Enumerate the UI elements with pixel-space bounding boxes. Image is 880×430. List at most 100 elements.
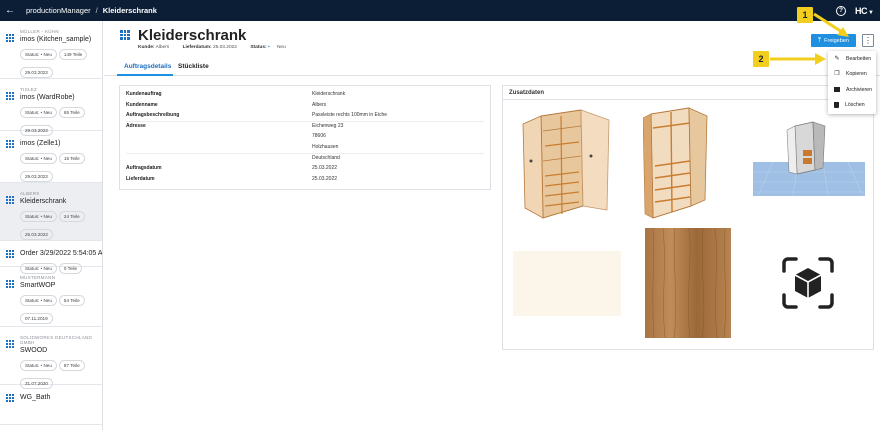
breadcrumb-app[interactable]: productionManager [26, 6, 91, 15]
sidebar-order-card[interactable]: SOLIDWORKS DEUTSCHLAND GMBH SWOOD Status: … [0, 327, 102, 389]
sidebar-order-card[interactable]: TISLEZ imos (WardRobe) Status: • Neu 65 Tei… [0, 79, 102, 136]
detail-label: Kundenauftrag [126, 91, 162, 97]
status-pill: Status: • Neu [20, 211, 57, 222]
menu-item-archive[interactable]: Archivieren [828, 82, 876, 98]
order-title: imos (Kitchen_sample) [20, 36, 92, 43]
parts-count-pill: 65 Teile [58, 107, 85, 118]
order-grid-icon [6, 250, 14, 258]
order-grid-icon [6, 394, 14, 402]
date-pill: 07.11.2019 [20, 313, 53, 324]
parts-count-pill: 15 Teile [58, 153, 85, 164]
status-value: Neu [43, 214, 52, 219]
status-value: Neu [43, 110, 52, 115]
meta-delivery-label: Lieferdatum: [182, 45, 212, 50]
order-customer: SOLIDWORKS DEUTSCHLAND GMBH [20, 335, 93, 345]
parts-count-pill: 87 Teile [58, 360, 85, 371]
order-grid-icon [6, 34, 14, 42]
order-title: Order 3/29/2022 5:54:05 AM [20, 250, 103, 257]
order-customer: MÜLLER - KÜHN [20, 29, 59, 34]
order-title: imos (Zelle1) [20, 140, 61, 147]
date-pill: 25.03.2022 [20, 229, 53, 240]
order-grid-icon [6, 92, 14, 100]
breadcrumb-current: Kleiderschrank [102, 6, 157, 15]
date-pill: 29.03.2022 [20, 67, 53, 78]
status-label: Status: [25, 298, 40, 303]
account-menu[interactable]: HC▼ [855, 6, 874, 16]
cream-material-swatch[interactable] [513, 251, 621, 316]
wardrobe-frame-render[interactable] [643, 106, 713, 221]
wardrobe-3d-scene[interactable] [753, 112, 865, 196]
detail-value: Passleiste rechts 100mm in Eiche [312, 112, 388, 119]
ar-cube-icon[interactable] [781, 256, 835, 310]
breadcrumb-separator: / [95, 6, 98, 15]
status-pill: Status: • Neu [20, 107, 57, 118]
sidebar-order-card[interactable]: MUSTERMANN SmartWOP Status: • Neu 54 Teile 0… [0, 267, 102, 327]
menu-item-edit-label: Bearbeiten [846, 55, 872, 62]
order-grid-icon [6, 196, 14, 204]
status-value: Neu [43, 156, 52, 161]
status-label: Status: [25, 156, 40, 161]
order-title: SWOOD [20, 347, 48, 354]
status-label: Status: [25, 214, 40, 219]
detail-value: Albers [312, 101, 327, 108]
sidebar-order-card[interactable]: imos (Zelle1) Status: • Neu 15 Teile 29.03.… [0, 131, 102, 183]
menu-item-edit[interactable]: ✎ Bearbeiten [828, 51, 876, 67]
detail-label: Lieferdatum [126, 175, 155, 182]
sidebar-order-card[interactable]: ALBERS Kleiderschrank Status: • Neu 24 Teil… [0, 183, 102, 241]
order-title: WG_Bath [20, 394, 51, 401]
pencil-icon: ✎ [834, 55, 840, 62]
tab-order-details[interactable]: Auftragsdetails [124, 63, 171, 70]
parts-count-pill: 24 Teile [58, 211, 85, 222]
detail-label: Adresse [126, 122, 146, 129]
detail-value: Deutschland [312, 154, 340, 161]
callout-1-arrow [813, 12, 849, 37]
detail-value: Kleiderschrank [312, 91, 346, 97]
order-meta: Kunde: Albers Lieferdatum: 25.03.2022 St… [138, 45, 298, 50]
order-grid-icon [120, 30, 130, 40]
meta-customer-label: Kunde: [138, 45, 155, 50]
order-title: SmartWOP [20, 282, 56, 289]
order-grid-icon [6, 280, 14, 288]
detail-label: Kundenname [126, 101, 158, 108]
more-options-menu: ✎ Bearbeiten ❐ Kopieren Archivieren Lösc… [828, 51, 876, 114]
sidebar-order-card[interactable]: MÜLLER - KÜHN imos (Kitchen_sample) Status… [0, 21, 102, 79]
status-pill: Status: • Neu [20, 295, 57, 306]
callout-2: 2 [753, 51, 769, 67]
detail-value: Eichenweg 23 [312, 122, 344, 129]
status-value: Neu [43, 298, 52, 303]
menu-item-delete-label: Löschen [845, 102, 865, 109]
detail-value: Holzhausen [312, 144, 339, 150]
hc-logo: HC [855, 5, 868, 16]
status-value: Neu [43, 52, 52, 57]
status-dot: • [267, 45, 270, 50]
callout-1: 1 [797, 7, 813, 23]
meta-status: Neu [276, 45, 286, 50]
menu-item-copy[interactable]: ❐ Kopieren [828, 67, 876, 83]
additional-data-panel: Zusatzdaten [502, 85, 874, 350]
active-tab-indicator [117, 74, 173, 76]
order-list-sidebar: MÜLLER - KÜHN imos (Kitchen_sample) Status… [0, 21, 103, 430]
status-pill: Status: • Neu [20, 49, 57, 60]
parts-count-pill: 54 Teile [58, 295, 85, 306]
detail-value: 25.03.2022 [312, 165, 338, 172]
status-label: Status: [25, 52, 40, 57]
detail-value: 25.03.2022 [312, 175, 338, 182]
order-customer: ALBERS [20, 191, 40, 196]
detail-value: 78606 [312, 133, 326, 140]
oak-wood-material-swatch[interactable] [645, 228, 731, 338]
status-pill: Status: • Neu [20, 360, 57, 371]
order-title: Kleiderschrank [20, 198, 67, 205]
wardrobe-open-render[interactable] [521, 106, 613, 221]
status-label: Status: [25, 110, 40, 115]
archive-icon [834, 87, 840, 93]
meta-status-label: Status: [250, 45, 267, 50]
status-pill: Status: • Neu [20, 153, 57, 164]
sidebar-order-card[interactable]: WG_Bath [0, 385, 102, 425]
order-grid-icon [6, 140, 14, 148]
back-arrow-icon[interactable]: ← [0, 5, 20, 16]
menu-item-delete[interactable]: Löschen [828, 98, 876, 114]
order-grid-icon [6, 340, 14, 348]
sidebar-order-card[interactable]: Order 3/29/2022 5:54:05 AM Status: • Neu 0… [0, 241, 103, 274]
more-options-button[interactable]: ⋮ [862, 34, 874, 47]
tab-parts-list[interactable]: Stückliste [178, 63, 209, 70]
